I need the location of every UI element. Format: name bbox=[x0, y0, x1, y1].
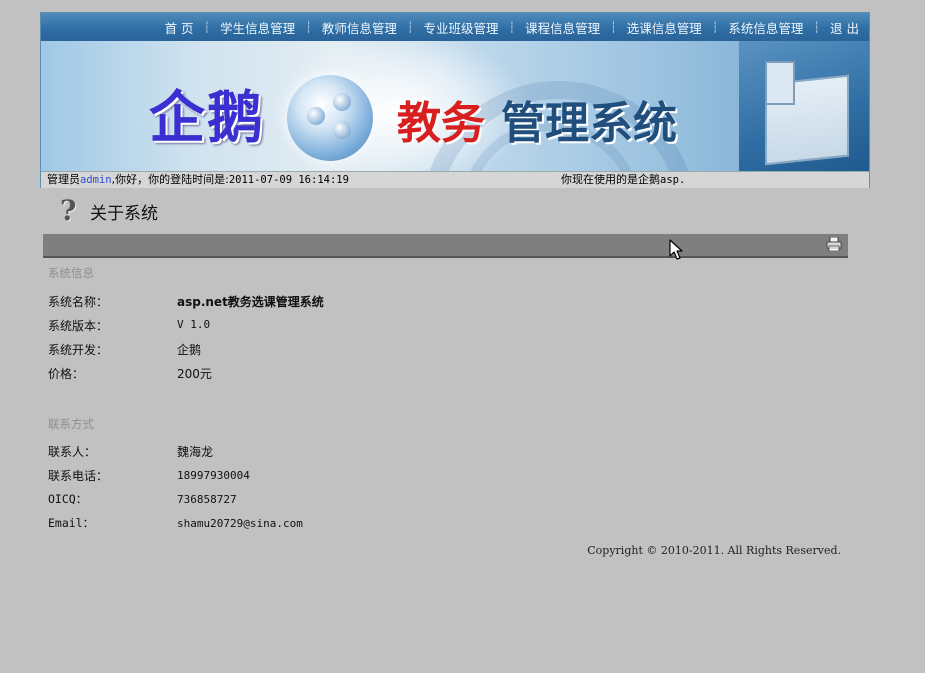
content-toolbar bbox=[43, 234, 848, 258]
logo-text-red: 教务 bbox=[397, 98, 485, 149]
status-bar: 管理员admin,你好，你的登陆时间是:2011-07-09 16:14:19 … bbox=[41, 171, 869, 188]
value-oicq: 736858727 bbox=[177, 493, 237, 506]
banner-decoration bbox=[765, 61, 795, 105]
value-system-name: asp.net教务选课管理系统 bbox=[177, 295, 324, 309]
top-nav: 首 页 ┆ 学生信息管理 ┆ 教师信息管理 ┆ 专业班级管理 ┆ 课程信息管理 … bbox=[41, 13, 869, 41]
page-title: 关于系统 bbox=[90, 203, 158, 224]
value-system-developer: 企鹅 bbox=[177, 343, 202, 357]
header-frame: 首 页 ┆ 学生信息管理 ┆ 教师信息管理 ┆ 专业班级管理 ┆ 课程信息管理 … bbox=[40, 12, 870, 188]
label-oicq: OICQ： bbox=[48, 492, 88, 506]
nav-separator: ┆ bbox=[813, 20, 821, 34]
logo-text-left: 企鹅 bbox=[149, 85, 265, 151]
orb-dot bbox=[333, 121, 351, 139]
value-price: 200元 bbox=[177, 367, 212, 381]
print-icon[interactable] bbox=[826, 237, 842, 251]
nav-teacher-info[interactable]: 教师信息管理 bbox=[322, 18, 397, 37]
value-email: shamu20729@sina.com bbox=[177, 517, 303, 530]
nav-separator: ┆ bbox=[610, 20, 617, 34]
nav-separator: ┆ bbox=[406, 20, 414, 34]
label-email: Email： bbox=[48, 516, 95, 530]
label-system-version: 系统版本： bbox=[48, 319, 109, 333]
login-time: 2011-07-09 16:14:19 bbox=[228, 174, 349, 186]
page-header: ? 关于系统 bbox=[60, 196, 158, 226]
nav-system-info[interactable]: 系统信息管理 bbox=[728, 18, 803, 37]
usage-text: 你现在使用的是企鹅 bbox=[561, 173, 660, 186]
nav-student-info[interactable]: 学生信息管理 bbox=[220, 18, 295, 37]
logo-orb-icon bbox=[287, 75, 373, 161]
login-status: 管理员admin,你好，你的登陆时间是:2011-07-09 16:14:19 bbox=[47, 172, 349, 188]
nav-course-selection[interactable]: 选课信息管理 bbox=[627, 18, 702, 37]
nav-separator: ┆ bbox=[508, 20, 516, 34]
section-title-contact: 联系方式 bbox=[48, 417, 94, 431]
orb-dot bbox=[307, 107, 325, 125]
nav-separator: ┆ bbox=[305, 20, 312, 34]
nav-class-major[interactable]: 专业班级管理 bbox=[423, 18, 498, 37]
question-mark-icon: ? bbox=[60, 194, 77, 227]
value-phone: 18997930004 bbox=[177, 469, 250, 482]
mouse-pointer-icon bbox=[669, 239, 683, 260]
nav-home[interactable]: 首 页 bbox=[165, 18, 194, 37]
label-contact-person: 联系人： bbox=[48, 445, 97, 459]
label-system-name: 系统名称： bbox=[48, 295, 109, 309]
usage-status: 你现在使用的是企鹅asp. bbox=[561, 172, 685, 188]
usage-suffix: asp. bbox=[660, 174, 686, 186]
nav-logout[interactable]: 退 出 bbox=[830, 18, 859, 37]
label-phone: 联系电话： bbox=[48, 469, 109, 483]
nav-course-info[interactable]: 课程信息管理 bbox=[525, 18, 600, 37]
section-title-system-info: 系统信息 bbox=[48, 266, 94, 280]
status-greeting: ,你好，你的登陆时间是: bbox=[111, 173, 229, 186]
copyright: Copyright © 2010-2011. All Rights Reserv… bbox=[587, 544, 841, 557]
label-system-developer: 系统开发： bbox=[48, 343, 109, 357]
value-contact-person: 魏海龙 bbox=[177, 445, 214, 459]
orb-dot bbox=[333, 93, 351, 111]
nav-separator: ┆ bbox=[203, 20, 211, 34]
nav-separator: ┆ bbox=[711, 20, 719, 34]
status-prefix: 管理员 bbox=[47, 173, 80, 186]
label-price: 价格： bbox=[48, 367, 85, 381]
banner: 企鹅 教务 管理系统 bbox=[41, 41, 869, 171]
value-system-version: V 1.0 bbox=[177, 318, 211, 331]
admin-username: admin bbox=[80, 174, 112, 186]
logo-text-blue: 管理系统 bbox=[501, 98, 677, 149]
